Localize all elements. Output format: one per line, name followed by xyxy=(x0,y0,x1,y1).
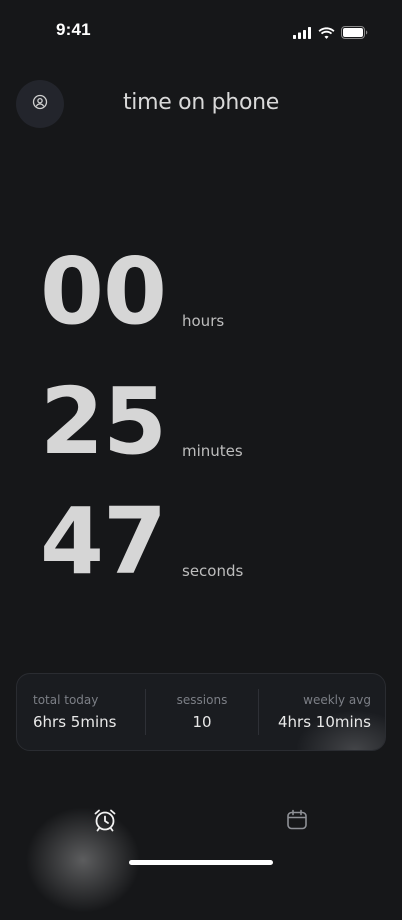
hours-value: 00 xyxy=(40,238,167,345)
stat-total-today: total today 6hrs 5mins xyxy=(33,674,143,750)
page-title: time on phone xyxy=(122,90,280,115)
minutes-row: 25 minutes xyxy=(40,368,243,475)
stats-card: total today 6hrs 5mins sessions 10 weekl… xyxy=(16,673,386,751)
calendar-icon xyxy=(285,808,309,836)
tab-bar xyxy=(0,800,402,850)
stat-label: sessions xyxy=(176,693,228,707)
home-indicator[interactable] xyxy=(129,860,273,865)
seconds-row: 47 seconds xyxy=(40,488,244,595)
status-bar: 9:41 xyxy=(0,0,402,60)
hours-label: hours xyxy=(182,312,225,330)
stat-weekly-avg: weekly avg 4hrs 10mins xyxy=(259,674,371,750)
minutes-label: minutes xyxy=(182,442,243,460)
stat-label: weekly avg xyxy=(303,693,371,707)
wifi-icon xyxy=(318,24,335,43)
hours-row: 00 hours xyxy=(40,238,225,345)
seconds-label: seconds xyxy=(182,562,244,580)
header: time on phone xyxy=(0,80,402,128)
stat-label: total today xyxy=(33,693,99,707)
cellular-signal-icon xyxy=(293,24,312,43)
alarm-clock-icon xyxy=(92,807,118,837)
status-time: 9:41 xyxy=(56,20,91,39)
stat-sessions: sessions 10 xyxy=(146,674,258,750)
stat-value: 10 xyxy=(192,713,212,731)
status-icons xyxy=(293,24,368,43)
minutes-value: 25 xyxy=(40,368,167,475)
tab-calendar[interactable] xyxy=(283,808,311,836)
stat-value: 6hrs 5mins xyxy=(33,713,117,731)
seconds-value: 47 xyxy=(40,488,167,595)
battery-icon xyxy=(341,24,368,43)
stat-value: 4hrs 10mins xyxy=(278,713,371,731)
tab-timer[interactable] xyxy=(91,808,119,836)
